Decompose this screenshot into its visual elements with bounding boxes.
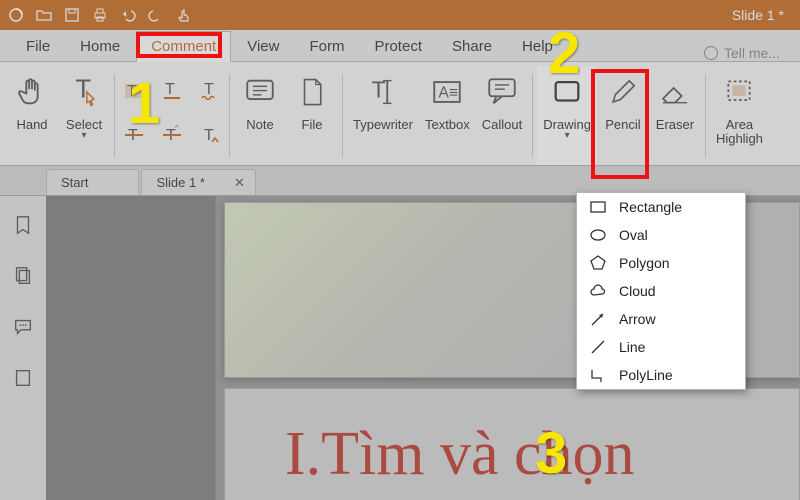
svg-text:T: T [165, 81, 175, 98]
drawing-menu-rectangle[interactable]: Rectangle [577, 193, 745, 221]
annotation-step-3: 3 [535, 420, 567, 487]
ribbon-note-button[interactable]: Note [234, 66, 286, 165]
titlebar-doc-name: Slide 1 * [732, 7, 792, 23]
menu-tab-home[interactable]: Home [66, 32, 134, 61]
drawing-menu-arrow[interactable]: Arrow [577, 305, 745, 333]
ribbon-pencil-button[interactable]: Pencil [597, 66, 649, 165]
ribbon-typewriter-label: Typewriter [353, 118, 413, 132]
annotation-step-2: 2 [548, 20, 580, 87]
ribbon-eraser-button[interactable]: Eraser [649, 66, 701, 165]
ribbon: Hand T Select ▾ T T T T T^ T Note File T… [0, 62, 800, 166]
underline-icon[interactable]: T [157, 72, 187, 110]
save-icon[interactable] [64, 7, 80, 23]
ribbon-separator [532, 74, 533, 157]
drawing-menu-line[interactable]: Line [577, 333, 745, 361]
tell-me-placeholder: Tell me... [724, 45, 780, 61]
ribbon-textbox-label: Textbox [425, 118, 470, 132]
chevron-down-icon[interactable]: ▾ [565, 130, 570, 141]
tell-me-search[interactable]: Tell me... [704, 45, 788, 61]
menu-tab-view[interactable]: View [233, 32, 293, 61]
replace-text-icon[interactable]: T^ [157, 116, 187, 154]
ribbon-separator [705, 74, 706, 157]
cloud-icon [589, 282, 607, 300]
ribbon-callout-label: Callout [482, 118, 522, 132]
polyline-icon [589, 366, 607, 384]
menu-tab-comment[interactable]: Comment [136, 31, 231, 62]
open-icon[interactable] [36, 7, 52, 23]
ribbon-eraser-label: Eraser [656, 118, 694, 132]
line-icon [589, 338, 607, 356]
undo-icon[interactable] [120, 7, 136, 23]
rectangle-icon [589, 198, 607, 216]
ribbon-area-highlight-button[interactable]: Area Highligh [710, 66, 769, 165]
doctab-label: Slide 1 * [156, 175, 204, 190]
comments-icon[interactable] [12, 316, 34, 343]
menu-item-label: Rectangle [619, 199, 682, 215]
ribbon-separator [114, 74, 115, 157]
bookmark-icon[interactable] [12, 214, 34, 241]
ribbon-separator [229, 74, 230, 157]
menu-item-label: Arrow [619, 311, 656, 327]
doctab-start[interactable]: Start [46, 169, 139, 195]
menubar: File Home Comment View Form Protect Shar… [0, 30, 800, 62]
ribbon-hand-button[interactable]: Hand [6, 66, 58, 165]
quick-access-toolbar [8, 7, 192, 23]
pages-icon[interactable] [12, 265, 34, 292]
drawing-dropdown-menu: Rectangle Oval Polygon Cloud Arrow Line … [576, 192, 746, 390]
slide-content-text: I.Tìm và chọn [285, 419, 635, 490]
slide-preview-2: I.Tìm và chọn [224, 388, 800, 500]
polygon-icon [589, 254, 607, 272]
lightbulb-icon [704, 46, 718, 60]
drawing-menu-oval[interactable]: Oval [577, 221, 745, 249]
svg-text:^: ^ [175, 124, 179, 133]
ribbon-area-highlight-label: Area Highligh [716, 118, 763, 147]
menu-tab-share[interactable]: Share [438, 32, 506, 61]
thumbnail-panel[interactable] [46, 196, 216, 500]
arrow-icon [589, 310, 607, 328]
ribbon-note-label: Note [246, 118, 273, 132]
svg-text:T: T [204, 81, 214, 98]
side-toolbar [0, 196, 46, 500]
touch-icon[interactable] [176, 7, 192, 23]
drawing-menu-polyline[interactable]: PolyLine [577, 361, 745, 389]
menu-tab-file[interactable]: File [12, 32, 64, 61]
oval-icon [589, 226, 607, 244]
redo-icon[interactable] [148, 7, 164, 23]
squiggly-icon[interactable]: T [195, 72, 225, 110]
close-icon[interactable]: ✕ [234, 175, 245, 191]
menu-item-label: Line [619, 339, 645, 355]
ribbon-callout-button[interactable]: Callout [476, 66, 528, 165]
menu-item-label: PolyLine [619, 367, 673, 383]
chevron-down-icon[interactable]: ▾ [81, 130, 86, 141]
ribbon-select-button[interactable]: T Select ▾ [58, 66, 110, 165]
app-logo-icon [8, 7, 24, 23]
menu-item-label: Cloud [619, 283, 656, 299]
menu-tab-form[interactable]: Form [295, 32, 358, 61]
svg-text:A≡: A≡ [439, 85, 458, 102]
menu-item-label: Polygon [619, 255, 670, 271]
doctab-slide1[interactable]: Slide 1 * ✕ [141, 169, 255, 195]
menu-item-label: Oval [619, 227, 648, 243]
ribbon-pencil-label: Pencil [605, 118, 640, 132]
svg-text:T: T [76, 76, 92, 104]
titlebar: Slide 1 * [0, 0, 800, 30]
ribbon-file-label: File [302, 118, 323, 132]
ribbon-hand-label: Hand [16, 118, 47, 132]
ribbon-separator [342, 74, 343, 157]
annotation-step-1: 1 [128, 70, 160, 137]
insert-text-icon[interactable]: T [195, 116, 225, 154]
drawing-menu-polygon[interactable]: Polygon [577, 249, 745, 277]
ribbon-file-button[interactable]: File [286, 66, 338, 165]
menu-tab-protect[interactable]: Protect [360, 32, 436, 61]
drawing-menu-cloud[interactable]: Cloud [577, 277, 745, 305]
ribbon-textbox-button[interactable]: A≡ Textbox [419, 66, 476, 165]
print-icon[interactable] [92, 7, 108, 23]
doctab-label: Start [61, 175, 88, 190]
attachments-icon[interactable] [12, 367, 34, 394]
ribbon-typewriter-button[interactable]: T Typewriter [347, 66, 419, 165]
